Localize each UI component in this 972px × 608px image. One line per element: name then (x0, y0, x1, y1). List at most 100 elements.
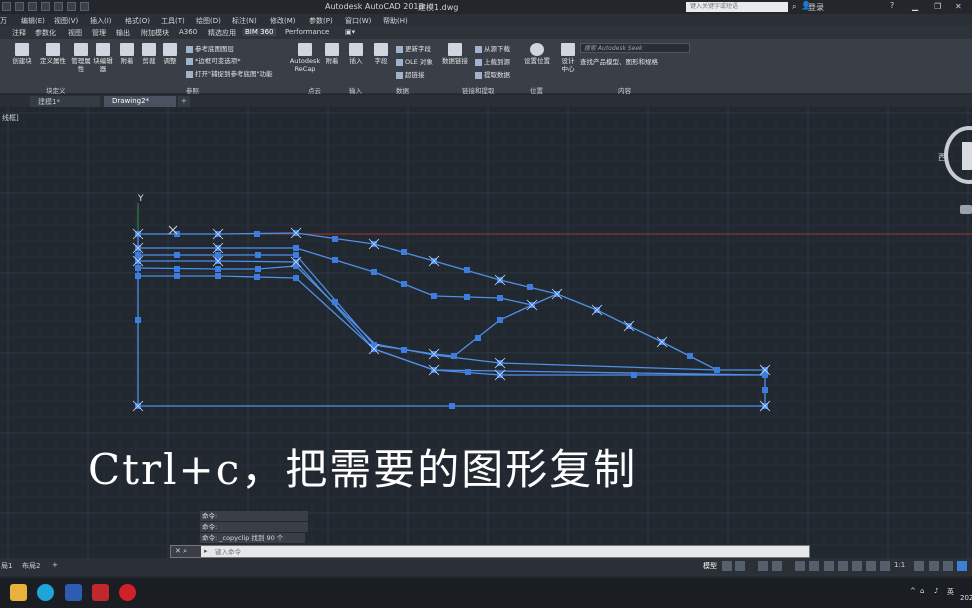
login-button[interactable]: 登录 (808, 2, 824, 13)
volume-icon[interactable]: ♪ (934, 587, 938, 595)
panel-content[interactable]: 内容 (618, 85, 631, 95)
search-icon[interactable]: ⌕ (792, 2, 796, 12)
recorder-icon[interactable] (119, 584, 136, 601)
recap-button[interactable]: Autodesk ReCap (289, 43, 321, 73)
menu-item-draw[interactable]: 绘图(D) (196, 16, 221, 26)
viewcube-face[interactable] (962, 142, 972, 170)
block-editor-button[interactable]: 块编辑器 (93, 43, 113, 73)
annotation-autoscale-icon[interactable] (880, 561, 890, 571)
tab-addins[interactable]: 附加模块 (139, 28, 171, 38)
menu-item-file[interactable]: 万 (0, 16, 7, 26)
panel-link-extract[interactable]: 链接和提取 (462, 85, 495, 95)
field-button[interactable]: 字段 (372, 43, 390, 65)
help-icon[interactable]: ? (890, 1, 894, 10)
command-line-controls[interactable]: ✕ ⌕ (171, 546, 201, 557)
underlay-layers-button[interactable]: 参考底图图层 (186, 43, 234, 53)
isolate-objects-icon[interactable] (929, 561, 939, 571)
snap-toggle-icon[interactable] (735, 561, 745, 571)
open-icon[interactable] (15, 2, 24, 11)
hyperlink-button[interactable]: 超链接 (396, 69, 425, 79)
annotation-scale[interactable]: 1:1 (894, 561, 905, 569)
menu-item-tools[interactable]: 工具(T) (161, 16, 185, 26)
snap-underlay-button[interactable]: 打开"捕捉到参考底图"功能 (186, 68, 272, 78)
new-tab-button[interactable]: + (178, 96, 190, 107)
app-icon[interactable] (65, 584, 82, 601)
menu-item-format[interactable]: 格式(O) (125, 16, 150, 26)
viewport-style-label[interactable]: 线框] (2, 113, 19, 123)
tab-annotate[interactable]: 注释 (10, 28, 28, 38)
clip-button[interactable]: 剪裁 (140, 43, 158, 65)
transparency-toggle-icon[interactable] (838, 561, 848, 571)
print-icon[interactable] (54, 2, 63, 11)
undo-icon[interactable] (67, 2, 76, 11)
tab-view[interactable]: 视图 (66, 28, 84, 38)
viewcube-west-label[interactable]: 西 (938, 152, 946, 163)
annotation-visibility-icon[interactable] (866, 561, 876, 571)
navigation-bar[interactable] (960, 205, 972, 214)
customize-menu-icon[interactable] (957, 561, 967, 571)
maximize-button[interactable]: ❐ (934, 2, 941, 11)
seek-description[interactable]: 查找产品模型、图形和规格 (580, 56, 658, 66)
file-explorer-icon[interactable] (10, 584, 27, 601)
otrack-toggle-icon[interactable] (809, 561, 819, 571)
update-fields-button[interactable]: 更新字段 (396, 43, 431, 53)
ime-indicator[interactable]: 英 (947, 587, 954, 597)
pointcloud-attach-button[interactable]: 附着 (323, 43, 341, 65)
grid-toggle-icon[interactable] (722, 561, 732, 571)
model-space-button[interactable]: 模型 (703, 561, 717, 571)
minimize-button[interactable]: ▁ (912, 2, 918, 11)
search-input[interactable]: 键入关键字或短语 (686, 2, 788, 12)
polar-toggle-icon[interactable] (772, 561, 782, 571)
define-attributes-button[interactable]: 定义属性 (38, 43, 68, 65)
tray-chevron-icon[interactable]: ^ (910, 587, 916, 595)
extract-data-button[interactable]: 提取数据 (475, 69, 510, 79)
tab-manage[interactable]: 管理 (90, 28, 108, 38)
close-button[interactable]: ✕ (955, 2, 962, 11)
panel-block-definition[interactable]: 块定义 (46, 85, 66, 95)
save-icon[interactable] (28, 2, 37, 11)
edge-browser-icon[interactable] (37, 584, 54, 601)
tab-a360[interactable]: A360 (177, 28, 199, 36)
lineweight-toggle-icon[interactable] (824, 561, 834, 571)
set-location-button[interactable]: 设置位置 (522, 43, 552, 65)
manage-attributes-button[interactable]: 管理属性 (70, 43, 92, 73)
doc-tab-model1[interactable]: 建模1* (30, 96, 100, 107)
new-icon[interactable] (2, 2, 11, 11)
ribbon-toggle-icon[interactable]: ▣▾ (343, 28, 357, 36)
menu-item-parametric[interactable]: 参数(P) (309, 16, 333, 26)
workspace-gear-icon[interactable] (914, 561, 924, 571)
data-link-button[interactable]: 数据链接 (440, 43, 470, 65)
seek-search-input[interactable]: 搜索 Autodesk Seek (580, 43, 690, 53)
redo-icon[interactable] (80, 2, 89, 11)
tab-performance[interactable]: Performance (283, 28, 331, 36)
adjust-button[interactable]: 调整 (161, 43, 179, 65)
saveas-icon[interactable] (41, 2, 50, 11)
ole-object-button[interactable]: OLE 对象 (396, 56, 433, 66)
tab-parametric[interactable]: 参数化 (33, 28, 58, 38)
upload-source-button[interactable]: 上载到源 (475, 56, 510, 66)
selection-cycling-icon[interactable] (852, 561, 862, 571)
menu-item-insert[interactable]: 插入(I) (90, 16, 112, 26)
osnap-toggle-icon[interactable] (795, 561, 805, 571)
doc-tab-drawing2[interactable]: Drawing2* (104, 96, 176, 107)
panel-data[interactable]: 数据 (396, 85, 409, 95)
menu-item-window[interactable]: 窗口(W) (345, 16, 371, 26)
hardware-accel-icon[interactable] (943, 561, 953, 571)
import-button[interactable]: 插入 (347, 43, 365, 65)
panel-import[interactable]: 输入 (349, 85, 362, 95)
autocad-icon[interactable] (92, 584, 109, 601)
tab-featured-apps[interactable]: 精选应用 (206, 28, 238, 38)
command-input[interactable] (215, 547, 775, 556)
ortho-toggle-icon[interactable] (758, 561, 768, 571)
frame-variable-dropdown[interactable]: *边框可变选项* (186, 55, 241, 65)
menu-item-edit[interactable]: 编辑(E) (21, 16, 45, 26)
create-block-button[interactable]: 创建块 (8, 43, 36, 65)
menu-item-dimension[interactable]: 标注(N) (232, 16, 257, 26)
panel-reference[interactable]: 参照 (186, 85, 199, 95)
download-source-button[interactable]: 从源下载 (475, 43, 510, 53)
panel-point-cloud[interactable]: 点云 (308, 85, 321, 95)
menu-item-modify[interactable]: 修改(M) (270, 16, 296, 26)
layout-tab-1[interactable]: 局1 (1, 561, 12, 571)
design-center-button[interactable]: 设计中心 (559, 43, 577, 73)
tab-bim360[interactable]: BIM 360 (243, 28, 276, 36)
